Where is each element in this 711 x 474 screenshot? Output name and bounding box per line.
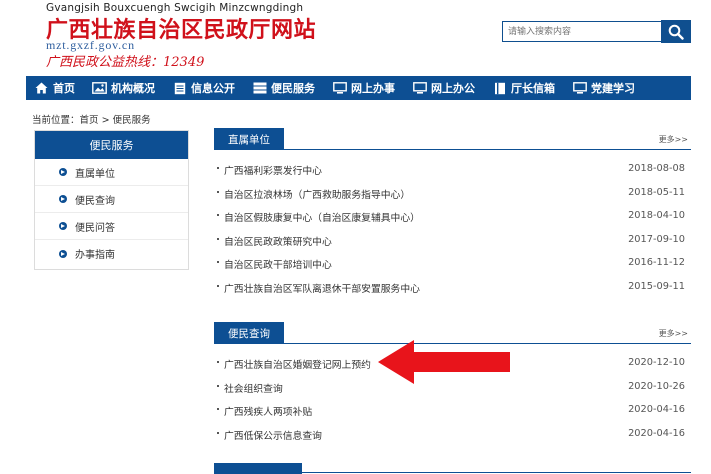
breadcrumb-prefix: 当前位置：	[32, 115, 80, 126]
bullet-icon	[217, 284, 219, 287]
sidebar-item-label: 直属单位	[75, 168, 115, 180]
sidebar-title: 便民服务	[35, 131, 188, 159]
list-item-date: 2017-09-10	[628, 233, 685, 245]
list-item-date: 2015-09-11	[628, 280, 685, 292]
bullet-icon	[217, 384, 219, 387]
list-item-date: 2016-11-12	[628, 257, 685, 268]
list-item-date: 2018-05-11	[628, 186, 685, 198]
list-item-title[interactable]: 广西残疾人两项补贴	[224, 404, 312, 418]
list-item[interactable]: 自治区民政政策研究中心 2017-09-10	[214, 229, 691, 253]
site-header: Gvangjsih Bouxcuengh Swcigih Minzcwngdin…	[0, 0, 711, 74]
bullet-icon	[217, 167, 219, 169]
document-icon	[172, 82, 187, 94]
more-link[interactable]: 更多>>	[659, 328, 688, 339]
bullet-icon	[217, 237, 219, 240]
bullet-icon	[217, 361, 219, 363]
nav-label: 网上办事	[351, 82, 395, 95]
panel-title: 直属单位	[214, 128, 284, 150]
list-item-title[interactable]: 自治区拉浪林场（广西救助服务指导中心）	[224, 187, 410, 201]
panel-title: 便民查询	[214, 322, 284, 344]
sidebar-item-label: 办事指南	[75, 250, 115, 261]
sidebar-item-guide[interactable]: 办事指南	[35, 240, 188, 267]
list-item-date: 2020-10-26	[628, 380, 685, 392]
tray-icon	[252, 82, 267, 94]
hotline-text: 广西民政公益热线：12349	[46, 55, 205, 70]
search-button[interactable]	[661, 20, 691, 43]
list-item-title[interactable]: 广西低保公示信息查询	[224, 428, 322, 442]
list-item-title[interactable]: 广西壮族自治区婚姻登记网上预约	[224, 357, 371, 371]
bullet-icon	[217, 190, 219, 193]
panel-divider-partial	[214, 472, 691, 473]
nav-item-online-office[interactable]: 网上办公	[404, 76, 484, 100]
list-item-title[interactable]: 广西壮族自治区军队离退休干部安置服务中心	[224, 281, 420, 295]
monitor-icon	[572, 82, 587, 94]
nav-item-party-learning[interactable]: 党建学习	[564, 76, 644, 100]
monitor-icon	[412, 82, 427, 94]
page: Gvangjsih Bouxcuengh Swcigih Minzcwngdin…	[0, 0, 711, 474]
list-item-title[interactable]: 社会组织查询	[224, 381, 283, 395]
breadcrumb-separator: >	[101, 115, 110, 126]
nav-item-info-disclosure[interactable]: 信息公开	[164, 76, 244, 100]
list-item[interactable]: 自治区民政干部培训中心 2016-11-12	[214, 252, 691, 276]
nav-item-online-service[interactable]: 网上办事	[324, 76, 404, 100]
nav-item-convenience[interactable]: 便民服务	[244, 76, 324, 100]
breadcrumb-home-link[interactable]: 首页	[80, 115, 99, 126]
breadcrumb: 当前位置：首页 > 便民服务	[32, 112, 151, 126]
list-item[interactable]: 广西福利彩票发行中心 2018-08-08	[214, 158, 691, 182]
list-item[interactable]: 广西壮族自治区军队离退休干部安置服务中心 2015-09-11	[214, 276, 691, 300]
sidebar: 便民服务 直属单位 便民查询 便民问答 办事指南	[34, 130, 189, 270]
main-nav: 首页 机构概况 信息公开 便民服务 网上办事 网上办公 厅长信箱 党建学习	[26, 76, 691, 100]
list-item-date: 2018-04-10	[628, 210, 685, 221]
arrow-circle-icon	[59, 222, 67, 230]
nav-label: 党建学习	[591, 82, 635, 95]
bullet-icon	[217, 431, 219, 434]
bullet-icon	[217, 214, 219, 216]
nav-item-about[interactable]: 机构概况	[84, 76, 164, 100]
panel-direct-units: 直属单位 更多>> 广西福利彩票发行中心 2018-08-08 自治区拉浪林场（广…	[214, 128, 691, 299]
book-icon	[492, 82, 507, 94]
list-item[interactable]: 广西残疾人两项补贴 2020-04-16	[214, 399, 691, 423]
monitor-icon	[332, 82, 347, 94]
list-item-date: 2018-08-08	[628, 163, 685, 174]
panel-header: 直属单位 更多>>	[214, 128, 691, 150]
search-input[interactable]	[502, 21, 662, 42]
list-item[interactable]: 自治区假肢康复中心（自治区康复辅具中心） 2018-04-10	[214, 205, 691, 229]
sidebar-item-convenience-query[interactable]: 便民查询	[35, 186, 188, 213]
sidebar-item-convenience-qa[interactable]: 便民问答	[35, 213, 188, 240]
red-arrow-annotation	[378, 340, 510, 384]
arrow-circle-icon	[59, 168, 67, 176]
list-item-title[interactable]: 自治区民政干部培训中心	[224, 257, 332, 271]
sidebar-item-direct-units[interactable]: 直属单位	[35, 159, 188, 186]
arrow-circle-icon	[59, 195, 67, 203]
nav-label: 首页	[53, 82, 75, 95]
list-item[interactable]: 广西低保公示信息查询 2020-04-16	[214, 423, 691, 447]
image-icon	[92, 82, 107, 94]
list-item[interactable]: 自治区拉浪林场（广西救助服务指导中心） 2018-05-11	[214, 182, 691, 206]
nav-label: 厅长信箱	[511, 82, 555, 95]
more-link[interactable]: 更多>>	[659, 134, 688, 145]
list-item-title[interactable]: 自治区假肢康复中心（自治区康复辅具中心）	[224, 210, 420, 224]
home-icon	[34, 82, 49, 94]
nav-label: 信息公开	[191, 82, 235, 95]
nav-label: 便民服务	[271, 82, 315, 95]
bullet-icon	[217, 408, 219, 410]
sidebar-item-label: 便民问答	[75, 222, 115, 234]
list-item-title[interactable]: 广西福利彩票发行中心	[224, 163, 322, 177]
list-item-date: 2020-04-16	[628, 427, 685, 439]
list-item-date: 2020-04-16	[628, 404, 685, 415]
bullet-icon	[217, 261, 219, 263]
list-item-title[interactable]: 自治区民政政策研究中心	[224, 234, 332, 248]
nav-label: 机构概况	[111, 82, 155, 95]
nav-item-home[interactable]: 首页	[26, 76, 84, 100]
list-item-date: 2020-12-10	[628, 357, 685, 368]
nav-label: 网上办公	[431, 82, 475, 95]
sidebar-item-label: 便民查询	[75, 195, 115, 207]
nav-item-director-mailbox[interactable]: 厅长信箱	[484, 76, 564, 100]
breadcrumb-current[interactable]: 便民服务	[113, 115, 151, 126]
arrow-circle-icon	[59, 249, 67, 258]
search-icon	[668, 24, 684, 40]
